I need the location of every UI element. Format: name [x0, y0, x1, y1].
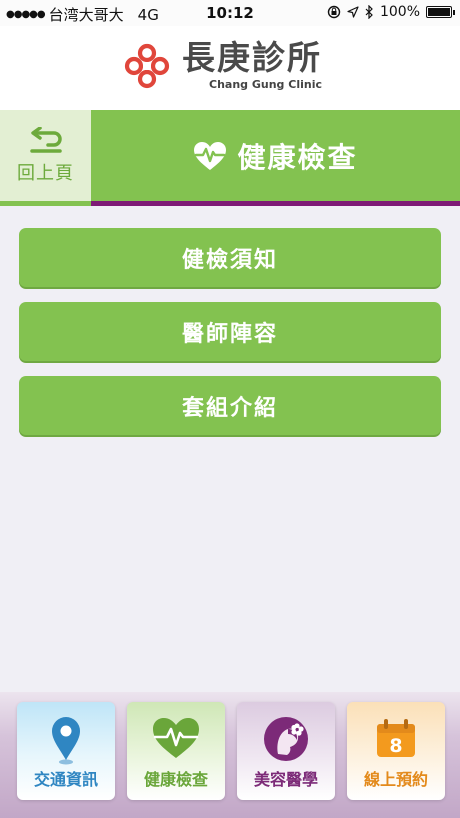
tab-label: 交通資訊 [33, 770, 98, 789]
back-button[interactable]: 回上頁 [0, 110, 91, 206]
tab-label: 美容醫學 [253, 770, 318, 789]
calendar-day-text: 8 [389, 735, 402, 757]
heart-pulse-icon [153, 718, 199, 758]
menu-list: 健檢須知 醫師陣容 套組介紹 [19, 228, 441, 450]
battery-fill [428, 8, 450, 16]
tab-label: 線上預約 [363, 770, 428, 789]
clinic-logo: 長庚診所 Chang Gung Clinic [124, 40, 322, 91]
location-arrow-icon [347, 6, 359, 18]
back-label: 回上頁 [17, 162, 74, 184]
location-pin-icon [52, 717, 80, 765]
menu-button-package-intro[interactable]: 套組介紹 [19, 376, 441, 435]
clinic-name-en: Chang Gung Clinic [209, 78, 322, 91]
calendar-icon: 8 [377, 719, 415, 757]
page-title-bar: 健康檢查 [91, 110, 460, 206]
back-arrow-icon [29, 126, 62, 153]
tab-traffic-info[interactable]: 交通資訊 [17, 702, 115, 800]
status-bar: ●●●●● 台湾大哥大 4G 10:12 100% [0, 0, 460, 26]
tab-label: 健康檢查 [143, 770, 208, 789]
page-title: 健康檢查 [237, 140, 358, 174]
logo-text: 長庚診所 Chang Gung Clinic [182, 38, 322, 92]
battery-icon [426, 6, 455, 18]
clinic-logo-icon [124, 43, 170, 88]
bottom-tab-bar: 交通資訊 健康檢查 美容醫學 8 線上預約 [0, 692, 460, 818]
heart-pulse-icon [194, 141, 227, 170]
woman-flower-icon [264, 717, 308, 761]
status-right: 100% [327, 4, 455, 20]
app-header: 長庚診所 Chang Gung Clinic [0, 26, 460, 110]
rotation-lock-icon [327, 5, 341, 19]
tab-aesthetic-medicine[interactable]: 美容醫學 [237, 702, 335, 800]
clinic-name-cn: 長庚診所 [182, 38, 322, 77]
bluetooth-icon [365, 5, 373, 19]
title-bar: 回上頁 健康檢查 [0, 110, 460, 206]
battery-percent: 100% [379, 4, 420, 20]
menu-button-doctor-team[interactable]: 醫師陣容 [19, 302, 441, 361]
tab-health-checkup[interactable]: 健康檢查 [127, 702, 225, 800]
tab-online-booking[interactable]: 8 線上預約 [347, 702, 445, 800]
menu-button-checkup-notes[interactable]: 健檢須知 [19, 228, 441, 287]
